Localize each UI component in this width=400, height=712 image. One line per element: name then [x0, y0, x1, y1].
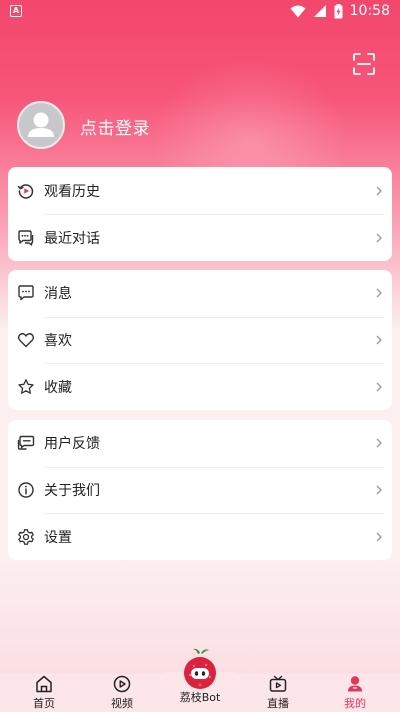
lychee-bot-icon: [184, 648, 216, 689]
video-icon: [113, 675, 131, 693]
wifi-icon: [290, 5, 306, 17]
tab-home[interactable]: 首页: [14, 674, 74, 711]
menu-item-history[interactable]: 观看历史: [8, 167, 392, 214]
chevron-right-icon: [376, 438, 382, 448]
menu-label: 设置: [44, 529, 72, 546]
battery-icon: [334, 3, 343, 18]
tab-live[interactable]: 直播: [248, 674, 308, 711]
menu-label: 关于我们: [44, 483, 100, 500]
menu-item-messages[interactable]: 消息: [8, 270, 392, 317]
menu-label: 喜欢: [44, 333, 72, 350]
history-icon: [17, 183, 34, 199]
chevron-right-icon: [376, 288, 382, 298]
chat-icon: [18, 229, 34, 246]
menu-item-favorites[interactable]: 收藏: [8, 363, 392, 410]
status-time: 10:58: [349, 3, 390, 19]
default-avatar-icon: [28, 112, 54, 137]
menu-item-about[interactable]: 关于我们: [8, 466, 392, 514]
home-icon: [36, 675, 52, 693]
menu-item-likes[interactable]: 喜欢: [8, 316, 392, 364]
menu-label: 最近对话: [44, 230, 100, 247]
menu-item-feedback[interactable]: 用户反馈: [8, 420, 392, 467]
social-card: 消息 喜欢 收藏: [8, 270, 392, 410]
live-icon: [269, 675, 287, 692]
tab-label: 我的: [344, 697, 366, 710]
message-icon: [18, 285, 34, 301]
chevron-right-icon: [376, 335, 382, 345]
scan-icon[interactable]: [353, 53, 375, 75]
chevron-right-icon: [376, 233, 382, 242]
menu-item-recent-chat[interactable]: 最近对话: [8, 214, 392, 261]
profile-icon: [348, 676, 362, 692]
tab-profile[interactable]: 我的: [325, 674, 385, 711]
chevron-right-icon: [376, 186, 382, 195]
tab-label: 荔枝Bot: [179, 691, 221, 704]
tab-label: 视频: [111, 697, 133, 710]
star-icon: [18, 378, 34, 394]
avatar[interactable]: [17, 101, 65, 149]
menu-label: 用户反馈: [44, 436, 100, 453]
menu-label: 收藏: [44, 379, 72, 396]
status-bar: A 10:58: [0, 0, 400, 24]
signal-icon: [313, 5, 326, 17]
bottom-tab-bar: 首页 视频 荔枝Bot 直播 我的: [0, 648, 400, 712]
login-link[interactable]: 点击登录: [80, 114, 150, 139]
tab-label: 首页: [33, 697, 55, 710]
feedback-icon: [17, 436, 35, 451]
chevron-right-icon: [376, 382, 382, 392]
chevron-right-icon: [376, 532, 382, 542]
general-card: 用户反馈 关于我们 设置: [8, 420, 392, 560]
info-icon: [18, 482, 34, 498]
history-card: 观看历史 最近对话: [8, 167, 392, 261]
menu-label: 观看历史: [44, 183, 100, 200]
tab-video[interactable]: 视频: [92, 674, 152, 711]
menu-item-settings[interactable]: 设置: [8, 513, 392, 560]
settings-icon: [18, 528, 34, 545]
heart-icon: [17, 333, 35, 348]
chevron-right-icon: [376, 485, 382, 495]
menu-label: 消息: [44, 286, 72, 303]
tab-label: 直播: [267, 697, 289, 710]
app-notification-icon: A: [10, 5, 22, 17]
tab-lychee-bot[interactable]: 荔枝Bot: [170, 647, 230, 705]
